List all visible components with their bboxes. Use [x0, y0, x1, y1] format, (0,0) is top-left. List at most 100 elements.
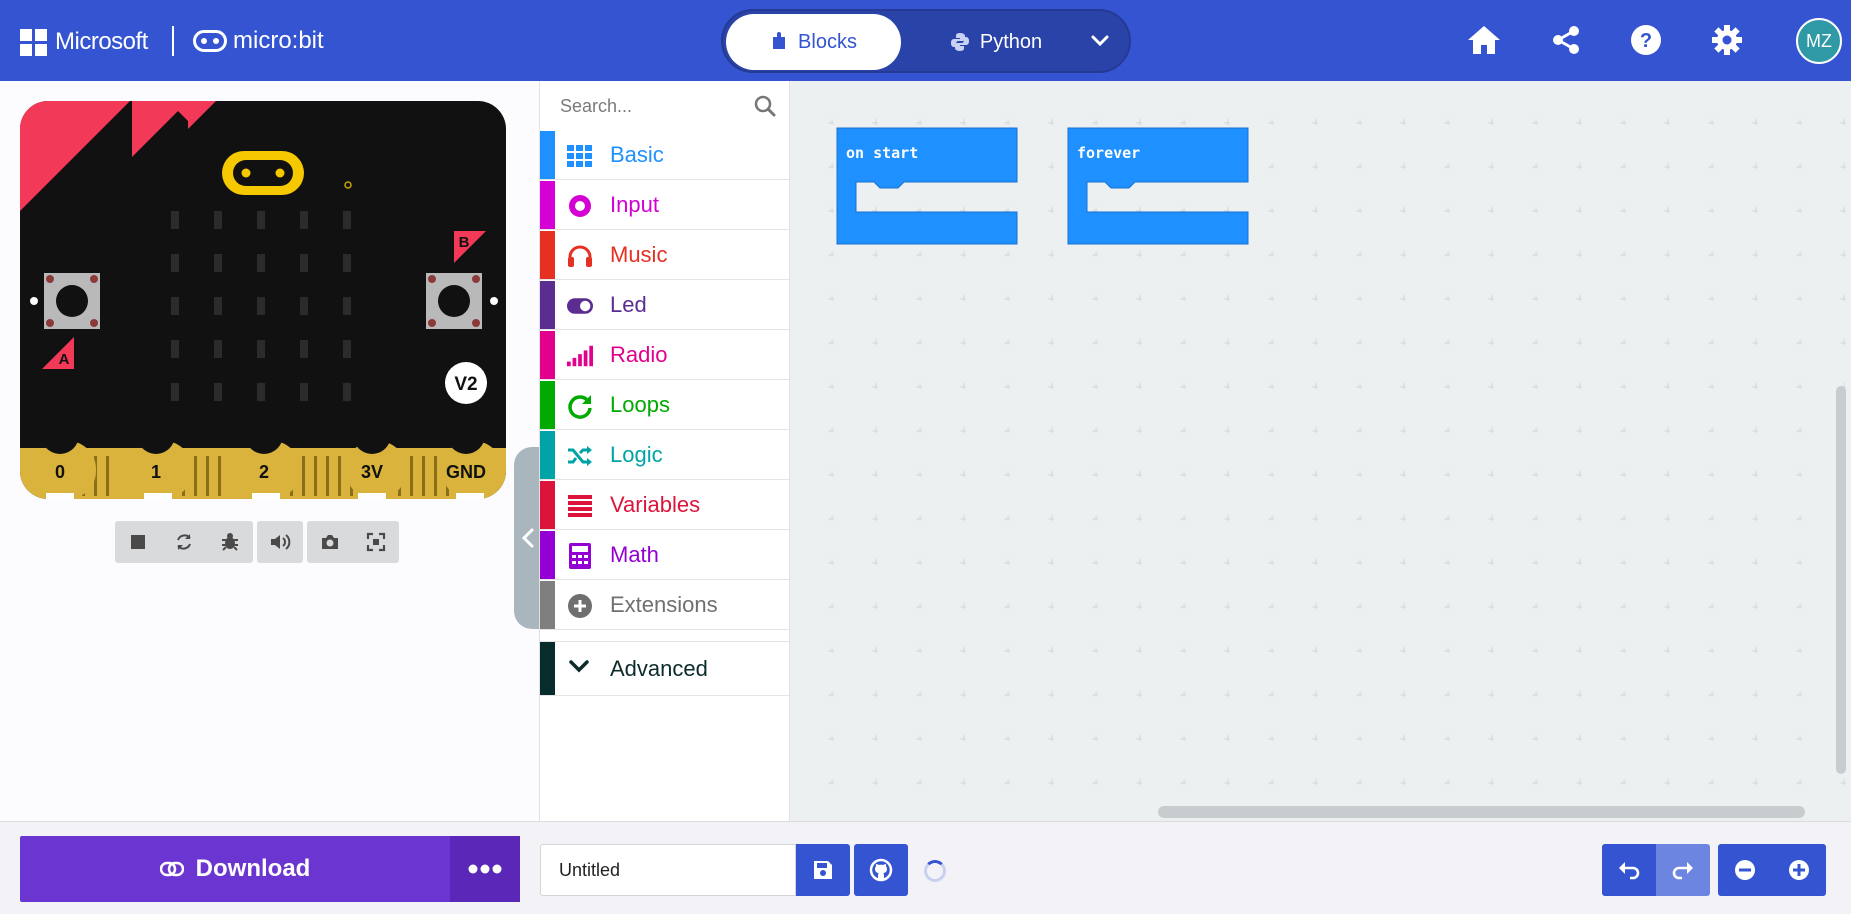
- category-stripe: [540, 381, 555, 429]
- puzzle-icon: [773, 32, 786, 49]
- category-stripe: [540, 281, 555, 329]
- pin-label: 2: [259, 462, 269, 482]
- mode-dropdown-chevron-icon[interactable]: [1085, 29, 1115, 53]
- block-label: forever: [1077, 144, 1140, 162]
- blocks-mode-label: Blocks: [798, 30, 857, 53]
- category-extensions[interactable]: Extensions: [540, 581, 790, 630]
- screenshot-button[interactable]: [307, 521, 353, 563]
- category-label: Math: [610, 542, 659, 567]
- debug-button[interactable]: [207, 521, 253, 563]
- minus-circle-icon: [1735, 860, 1755, 880]
- search-icon[interactable]: [754, 95, 776, 117]
- category-radio[interactable]: Radio: [540, 331, 790, 380]
- microsoft-logo[interactable]: Microsoft: [20, 28, 148, 56]
- more-dots-icon: [468, 864, 502, 874]
- sync-spinner-icon: [924, 860, 946, 882]
- fullscreen-button[interactable]: [353, 521, 399, 563]
- debug-icon: [222, 533, 238, 551]
- category-music[interactable]: Music: [540, 231, 790, 280]
- plus-circle-icon: [1789, 860, 1809, 880]
- advanced-label: Advanced: [610, 656, 708, 681]
- category-stripe: [540, 581, 555, 629]
- category-basic[interactable]: Basic: [540, 131, 790, 180]
- category-led[interactable]: Led: [540, 281, 790, 330]
- blocks-mode-button[interactable]: Blocks: [726, 14, 901, 70]
- download-label: Download: [195, 855, 311, 882]
- category-logic[interactable]: Logic: [540, 431, 790, 480]
- share-icon[interactable]: [1546, 20, 1586, 60]
- microbit-pill-icon: [193, 30, 227, 52]
- category-label: Music: [610, 242, 668, 267]
- zoom-in-button[interactable]: [1772, 844, 1826, 896]
- workspace-vertical-scrollbar[interactable]: [1836, 386, 1846, 774]
- microsoft-brand-text: Microsoft: [55, 28, 148, 55]
- restart-button[interactable]: [161, 521, 207, 563]
- category-stripe: [540, 131, 555, 179]
- category-label: Extensions: [610, 592, 718, 617]
- user-avatar[interactable]: MZ: [1796, 18, 1842, 64]
- mute-button[interactable]: [257, 521, 303, 563]
- plus-circle-icon: [567, 593, 593, 619]
- category-label: Variables: [610, 492, 701, 517]
- undo-icon: [1619, 862, 1640, 880]
- toolbox-search-input[interactable]: [560, 95, 760, 117]
- category-stripe: [540, 531, 555, 579]
- microbit-logo[interactable]: micro:bit: [193, 27, 324, 55]
- category-math[interactable]: Math: [540, 531, 790, 580]
- category-label: Radio: [610, 342, 668, 367]
- category-stripe: [540, 481, 555, 529]
- category-loops[interactable]: Loops: [540, 381, 790, 430]
- pin-label: 3V: [361, 462, 383, 482]
- category-label: Basic: [610, 142, 664, 167]
- workspace-horizontal-scrollbar[interactable]: [1158, 806, 1805, 818]
- pin-label: 1: [151, 462, 161, 482]
- python-mode-button[interactable]: Python: [921, 14, 1071, 70]
- project-name-input[interactable]: [540, 844, 796, 896]
- speaker-icon: [271, 534, 291, 550]
- header-divider: [172, 26, 174, 56]
- help-icon[interactable]: ?: [1626, 20, 1666, 60]
- category-label: Logic: [610, 442, 663, 467]
- category-label: Input: [610, 192, 659, 217]
- zoom-out-button[interactable]: [1718, 844, 1772, 896]
- on-start-block[interactable]: on start: [836, 127, 1020, 249]
- github-button[interactable]: [854, 844, 908, 896]
- category-variables[interactable]: Variables: [540, 481, 790, 530]
- chevron-left-icon: [521, 528, 534, 548]
- blocks-workspace[interactable]: on start forever: [790, 81, 1851, 821]
- editor-footer: Download: [0, 821, 1851, 914]
- download-button[interactable]: Download: [20, 836, 450, 902]
- save-button[interactable]: [796, 844, 850, 896]
- github-icon: [869, 858, 893, 882]
- camera-icon: [322, 535, 338, 549]
- svg-text:?: ?: [1640, 30, 1652, 52]
- list-lines-icon: [567, 493, 593, 519]
- redo-icon: [1672, 862, 1693, 880]
- shuffle-icon: [567, 443, 593, 469]
- save-icon: [814, 861, 832, 879]
- stop-icon: [131, 535, 145, 549]
- undo-button[interactable]: [1602, 844, 1656, 896]
- refresh-icon: [567, 393, 593, 419]
- toggle-icon: [567, 293, 593, 319]
- button-b-label: B: [459, 234, 470, 251]
- python-mode-label: Python: [979, 30, 1043, 53]
- category-stripe: [540, 642, 555, 695]
- settings-icon[interactable]: [1707, 20, 1747, 60]
- simulator-collapse-handle[interactable]: [514, 447, 542, 629]
- pin-label: 0: [55, 462, 65, 482]
- toolbox-search: [540, 81, 790, 131]
- category-stripe: [540, 431, 555, 479]
- stop-button[interactable]: [115, 521, 161, 563]
- chevron-down-icon: [568, 659, 590, 680]
- microsoft-grid-icon: [20, 28, 47, 56]
- redo-button[interactable]: [1656, 844, 1710, 896]
- home-icon[interactable]: [1464, 20, 1504, 60]
- download-more-button[interactable]: [450, 836, 520, 902]
- category-input[interactable]: Input: [540, 181, 790, 230]
- forever-block[interactable]: forever: [1067, 127, 1251, 249]
- category-label: Loops: [610, 392, 670, 417]
- microbit-board[interactable]: A B V2 0 1 2 3V GND: [20, 101, 506, 499]
- editor-mode-switch: Blocks Python: [721, 9, 1131, 73]
- category-advanced[interactable]: Advanced: [540, 641, 790, 696]
